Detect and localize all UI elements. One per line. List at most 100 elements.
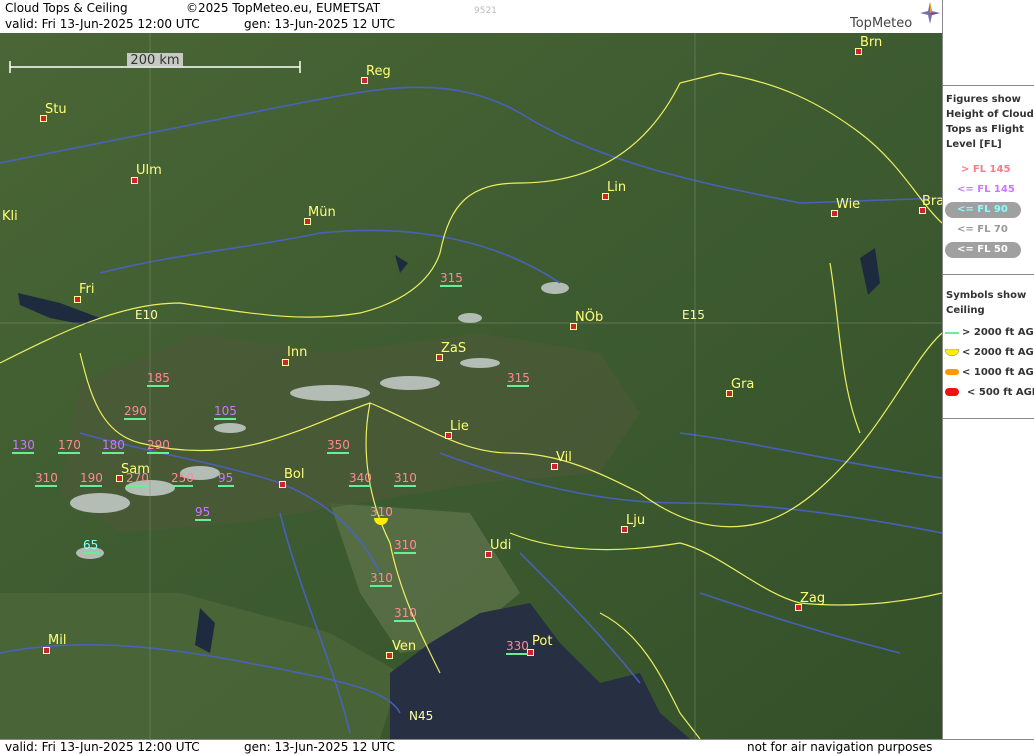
map-base: [0, 33, 942, 739]
city-label[interactable]: Bra: [922, 194, 942, 209]
city-marker: [282, 359, 289, 366]
legend-ceiling-item: < 2000 ft AGL: [962, 347, 1034, 358]
legend-ceiling-title: Ceiling: [946, 305, 985, 316]
city-label[interactable]: Lju: [626, 513, 645, 528]
city-label[interactable]: Wie: [836, 197, 860, 212]
grid-label-n45: N45: [409, 709, 434, 723]
city-label[interactable]: Mün: [308, 205, 336, 220]
ceiling-symbol-yellow: [945, 349, 959, 357]
city-marker: [43, 647, 50, 654]
ceiling-symbol: [349, 485, 371, 487]
city-label[interactable]: Lie: [450, 419, 469, 434]
ceiling-symbol: [374, 518, 388, 525]
cloud-top-value: 105: [214, 404, 237, 418]
city-marker: [279, 481, 286, 488]
city-label[interactable]: ZaS: [441, 341, 466, 356]
city-label[interactable]: Brn: [860, 35, 882, 50]
city-label[interactable]: NÖb: [575, 310, 603, 325]
legend-fl-item: > FL 145: [961, 164, 1011, 175]
ceiling-symbol: [218, 485, 234, 487]
grid-label-e10: E10: [135, 308, 158, 322]
ceiling-symbol: [83, 552, 99, 554]
generation-time: gen: 13-Jun-2025 12 UTC: [244, 17, 396, 31]
cloud-top-value: 290: [124, 404, 147, 418]
cloud-top-value: 185: [147, 371, 170, 385]
city-label[interactable]: Zag: [800, 591, 825, 606]
city-label[interactable]: Vil: [556, 450, 572, 465]
ceiling-symbol: [12, 452, 34, 454]
cloud-top-value: 315: [507, 371, 530, 385]
city-label[interactable]: Inn: [287, 345, 307, 360]
cloud-top-value: 130: [12, 438, 35, 452]
chart-title: Cloud Tops & Ceiling: [5, 1, 128, 15]
legend-tops-title: Level [FL]: [946, 139, 1002, 150]
cloud-top-value: 95: [195, 505, 211, 519]
cloud-top-value: 65: [83, 538, 99, 552]
legend-divider: [943, 418, 1034, 419]
cloud-top-value: 310: [370, 571, 393, 585]
legend-ceiling-item: < 1000 ft AGL: [962, 367, 1034, 378]
legend-fl-item: <= FL 50: [957, 244, 1008, 255]
ceiling-symbol: [124, 418, 146, 420]
ceiling-symbol: [171, 485, 193, 487]
image-code: 9521: [474, 6, 497, 16]
city-label[interactable]: Pot: [532, 634, 552, 649]
ceiling-symbol: [58, 452, 80, 454]
cloud-top-value: 310: [35, 471, 58, 485]
ceiling-symbol: [35, 485, 57, 487]
legend-fl-item: <= FL 145: [957, 184, 1015, 195]
city-label[interactable]: Ven: [392, 639, 416, 654]
city-marker: [74, 296, 81, 303]
legend-fl-item: <= FL 90: [957, 204, 1008, 215]
city-label[interactable]: Reg: [366, 64, 391, 79]
valid-time: valid: Fri 13-Jun-2025 12:00 UTC: [5, 17, 200, 31]
city-label[interactable]: Mil: [48, 633, 66, 648]
footer: valid: Fri 13-Jun-2025 12:00 UTC gen: 13…: [0, 739, 1034, 754]
legend-ceiling-title: Symbols show: [946, 290, 1027, 301]
legend-fl-item: <= FL 70: [957, 224, 1008, 235]
cloud-top-value: 315: [440, 271, 463, 285]
city-label[interactable]: Ulm: [136, 163, 162, 178]
city-label[interactable]: Bol: [284, 467, 304, 482]
scale-label: 200 km: [127, 53, 183, 68]
ceiling-symbol: [394, 620, 416, 622]
cloud-top-value: 270: [126, 471, 149, 485]
city-label[interactable]: Stu: [45, 102, 67, 117]
cloud-top-value: 190: [80, 471, 103, 485]
city-label[interactable]: Udi: [490, 538, 511, 553]
legend-ceiling-item: < 500 ft AGL: [967, 387, 1034, 398]
ceiling-symbol: [195, 519, 211, 521]
ceiling-symbol: [506, 653, 528, 655]
footer-generation-time: gen: 13-Jun-2025 12 UTC: [244, 740, 396, 754]
legend-tops-title: Tops as Flight: [946, 124, 1024, 135]
footer-valid-time: valid: Fri 13-Jun-2025 12:00 UTC: [5, 740, 200, 754]
legend-ceiling-item: > 2000 ft AGL: [962, 327, 1034, 338]
city-label[interactable]: Fri: [79, 282, 95, 297]
cloud-top-value: 310: [394, 538, 417, 552]
cloud-top-value: 250: [171, 471, 194, 485]
ceiling-symbol: [147, 385, 169, 387]
legend-tops-title: Figures show: [946, 94, 1021, 105]
cloud-top-value: 340: [349, 471, 372, 485]
ceiling-symbol: [507, 385, 529, 387]
ceiling-symbol: [214, 418, 236, 420]
cloud-top-value: 95: [218, 471, 234, 485]
copyright: ©2025 TopMeteo.eu, EUMETSAT: [186, 1, 381, 15]
cloud-top-value: 290: [147, 438, 170, 452]
legend-tops-title: Height of Cloud: [946, 109, 1034, 120]
cloud-top-value: 350: [327, 438, 350, 452]
city-label[interactable]: Lin: [607, 180, 626, 195]
cloud-top-value: 330: [506, 639, 529, 653]
footer-disclaimer: not for air navigation purposes: [747, 740, 933, 754]
satellite-map[interactable]: 200 km E10 E15 N45 Brn Reg Stu Ulm Kli M…: [0, 33, 942, 739]
legend-divider: [943, 274, 1034, 275]
ceiling-symbol: [394, 552, 416, 554]
ceiling-symbol-orange: [945, 369, 959, 375]
city-label[interactable]: Gra: [731, 377, 754, 392]
legend-divider: [943, 85, 1034, 86]
ceiling-symbol: [370, 585, 392, 587]
grid-label-e15: E15: [682, 308, 705, 322]
city-marker: [131, 177, 138, 184]
city-label[interactable]: Kli: [2, 209, 18, 224]
cloud-top-value: 310: [394, 471, 417, 485]
